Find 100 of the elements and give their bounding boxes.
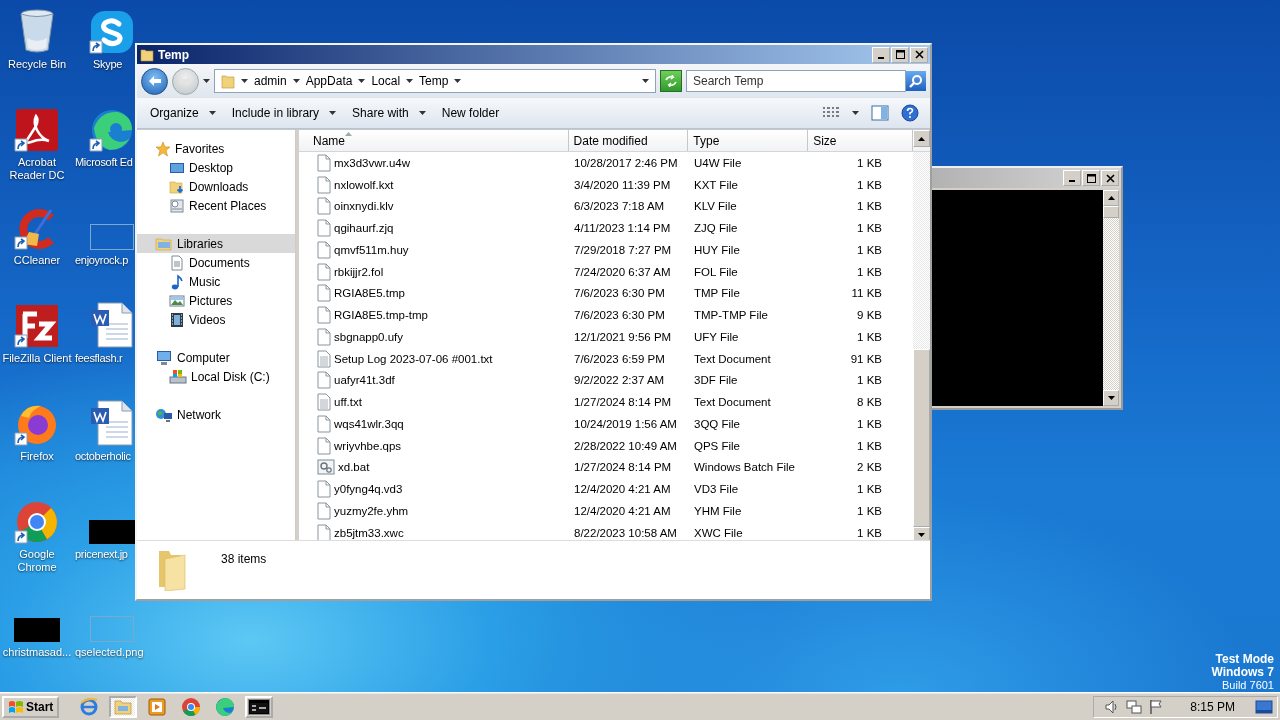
desktop-icon-label[interactable]: CCleaner (13, 254, 61, 267)
nav-item[interactable]: Music (137, 272, 295, 291)
scrollbar-thumb[interactable] (1103, 206, 1119, 218)
scrollbar[interactable] (1103, 190, 1119, 406)
nav-item[interactable]: Libraries (137, 234, 295, 253)
maximize-button[interactable] (1082, 170, 1100, 186)
desktop-icon-label[interactable]: FileZilla Client (2, 352, 72, 365)
search-button[interactable] (906, 71, 926, 91)
scroll-down-button[interactable] (1103, 390, 1119, 406)
file-name[interactable]: uff.txt (334, 396, 362, 409)
minimize-button[interactable] (872, 46, 890, 63)
table-cell-text: ZJQ File (693, 222, 739, 235)
dropdown-caret-icon (208, 111, 216, 115)
scroll-up-button[interactable] (913, 130, 930, 147)
toolbar-button[interactable]: Include in library (224, 102, 344, 124)
start-button[interactable]: Start (2, 695, 60, 718)
taskbar-button[interactable] (245, 695, 274, 718)
file-name[interactable]: RGIA8E5.tmp (334, 287, 405, 300)
nav-item[interactable]: Documents (137, 253, 295, 272)
file-name[interactable]: wriyvhbe.qps (334, 439, 402, 452)
search-icon (909, 74, 923, 88)
nav-item[interactable]: Pictures (137, 291, 295, 310)
file-name[interactable]: rbkijjr2.fol (334, 265, 384, 278)
file-name[interactable]: mx3d3vwr.u4w (334, 156, 411, 169)
breadcrumb-item[interactable]: Temp (419, 74, 449, 88)
system-notice-text: Windows 7 (1211, 666, 1274, 679)
file-name[interactable]: nxlowolf.kxt (334, 178, 394, 191)
flag-icon (1148, 698, 1165, 715)
breadcrumb-item[interactable]: AppData (305, 74, 353, 88)
nav-item[interactable]: Recent Places (137, 196, 295, 215)
desktop-icon-label[interactable]: feesflash.r (75, 352, 123, 365)
file-name[interactable]: wqs41wlr.3qq (334, 417, 404, 430)
folder-icon (140, 47, 154, 62)
breadcrumb-item[interactable]: admin (254, 74, 287, 88)
scrollbar-thumb[interactable] (913, 348, 930, 527)
network-icon (155, 406, 173, 423)
column-header[interactable]: Name (299, 130, 569, 151)
document-icon (90, 400, 134, 446)
nav-item[interactable]: Computer (137, 348, 295, 367)
table-cell-text: 8 KB (856, 396, 882, 409)
file-icon (317, 371, 331, 390)
network-icon (1126, 698, 1143, 715)
table-cell-text: 1 KB (856, 374, 882, 387)
file-name[interactable]: uafyr41t.3df (334, 374, 395, 387)
back-button[interactable] (141, 67, 168, 95)
file-name[interactable]: oinxnydi.klv (334, 200, 394, 213)
file-icon (317, 327, 331, 346)
nav-item[interactable]: Local Disk (C:) (137, 367, 295, 386)
help-button[interactable] (898, 104, 922, 122)
dropdown-caret-icon (852, 111, 859, 115)
desktop-icon-label[interactable]: enjoyrock.p (75, 254, 128, 267)
column-header[interactable]: Date modified (568, 130, 689, 151)
desktop-icon-label[interactable]: Acrobat Reader DC (0, 156, 74, 182)
search-field[interactable]: Search Temp (686, 70, 906, 92)
clock[interactable]: 8:15 PM (1190, 699, 1235, 714)
file-name[interactable]: sbgnapp0.ufy (334, 330, 404, 343)
nav-item[interactable]: Videos (137, 310, 295, 329)
table-cell-text: 2 KB (856, 461, 882, 474)
system-notice-text: Build 7601 (1222, 679, 1274, 692)
refresh-button[interactable] (660, 70, 682, 92)
address-bar[interactable]: admin AppData Local Temp (214, 69, 656, 93)
file-name[interactable]: qgihaurf.zjq (334, 222, 394, 235)
chevron-icon (292, 79, 300, 83)
scroll-up-button[interactable] (1103, 190, 1119, 206)
column-header[interactable]: Size (808, 130, 913, 151)
desktop-icon-label[interactable]: Recycle Bin (7, 58, 67, 71)
app-icon (15, 108, 59, 152)
minimize-button[interactable] (1063, 170, 1081, 186)
nav-item[interactable]: Desktop (137, 158, 295, 177)
table-cell-text: 8/22/2023 10:58 AM (573, 526, 678, 539)
desktop-icon-label[interactable]: Skype (93, 58, 123, 71)
maximize-button[interactable] (891, 46, 909, 63)
file-name[interactable]: RGIA8E5.tmp-tmp (334, 309, 428, 322)
file-name[interactable]: zb5jtm33.xwc (334, 526, 404, 539)
nav-item[interactable]: Network (137, 405, 295, 424)
file-name[interactable]: y0fyng4q.vd3 (334, 483, 403, 496)
file-name[interactable]: xd.bat (338, 461, 370, 474)
table-cell-text: HUY File (693, 243, 741, 256)
nav-item[interactable]: Favorites (137, 139, 295, 158)
table-cell-text: 3/4/2020 11:39 PM (573, 178, 672, 191)
file-name[interactable]: qmvf511m.huy (334, 243, 409, 256)
view-menu-button[interactable] (849, 111, 862, 115)
close-button[interactable] (1101, 170, 1119, 186)
music-icon (169, 273, 185, 290)
file-name[interactable]: yuzmy2fe.yhm (334, 504, 409, 517)
toolbar-button[interactable]: Share with (345, 102, 433, 124)
file-name[interactable]: Setup Log 2023-07-06 #001.txt (334, 352, 493, 365)
desktop-icon-label[interactable]: Microsoft Ed (75, 156, 133, 169)
column-header[interactable]: Type (688, 130, 809, 151)
toolbar-button[interactable]: New folder (434, 102, 507, 124)
toolbar-button[interactable]: Organize (143, 102, 223, 124)
maximize-icon (895, 50, 905, 59)
close-button[interactable] (910, 46, 928, 63)
nav-item[interactable]: Downloads (137, 177, 295, 196)
table-cell-text: 1 KB (856, 243, 882, 256)
desktop-icon-label[interactable]: Firefox (20, 450, 54, 463)
file-icon (317, 480, 331, 499)
table-cell-text: 1/27/2024 8:14 PM (573, 461, 673, 474)
breadcrumb-item[interactable]: Local (371, 74, 401, 88)
star-icon (155, 140, 171, 157)
